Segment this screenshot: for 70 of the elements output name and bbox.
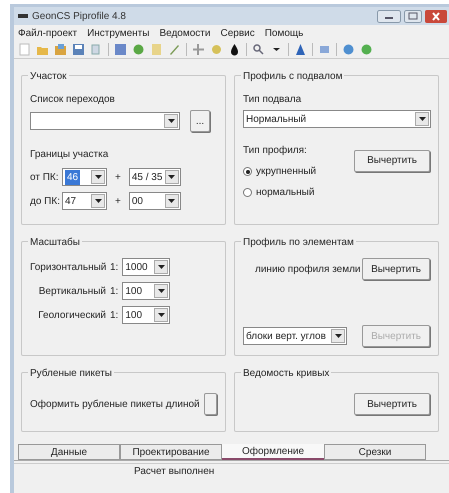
scale-ratio: 1: xyxy=(110,284,118,298)
tab[interactable]: Оформление xyxy=(222,444,324,460)
field-label: от ПК: xyxy=(30,170,58,184)
tab[interactable]: Срезки xyxy=(324,444,426,460)
radio-label: укрупненный xyxy=(256,165,316,179)
picket-dropdown[interactable]: 47 xyxy=(62,192,107,210)
field-label: линию профиля земли xyxy=(255,262,361,276)
window-title: GeonCS Piprofile 4.8 xyxy=(32,10,126,24)
radio-button[interactable] xyxy=(243,188,252,197)
field-label: Список переходов xyxy=(30,93,116,107)
field-label: до ПК: xyxy=(30,194,58,208)
search-icon[interactable] xyxy=(252,43,265,56)
app-icon xyxy=(18,14,28,18)
basement-type-dropdown[interactable]: Нормальный xyxy=(243,110,431,128)
draw-button[interactable]: Вычертить xyxy=(362,258,430,280)
dropdown-arrow-icon[interactable] xyxy=(334,334,342,338)
radio-button[interactable] xyxy=(243,167,252,176)
scale-ratio: 1: xyxy=(110,260,118,274)
cross-icon[interactable] xyxy=(192,43,205,56)
dropdown-arrow-icon[interactable] xyxy=(168,119,174,123)
scale-dropdown[interactable]: 1000 xyxy=(122,258,170,276)
field-label: Тип подвала xyxy=(243,93,302,107)
offset-dropdown[interactable]: 00 xyxy=(128,192,181,210)
scale-dropdown[interactable]: 100 xyxy=(122,306,170,324)
browse-button[interactable]: ... xyxy=(190,110,210,132)
drop-icon[interactable] xyxy=(228,43,241,56)
scale-label: Вертикальный xyxy=(38,284,106,298)
menu-item[interactable]: Помощь xyxy=(264,26,304,40)
minimize-icon[interactable] xyxy=(377,10,401,22)
folder-icon[interactable] xyxy=(54,43,67,56)
scale-ratio: 1: xyxy=(110,308,118,322)
dropdown-arrow-icon[interactable] xyxy=(94,175,102,179)
radio-label: нормальный xyxy=(256,186,314,200)
group-title: Профиль по элементам xyxy=(241,235,356,250)
dropdown-arrow-icon[interactable] xyxy=(94,199,102,203)
scale-label: Геологический xyxy=(37,308,106,322)
dropdown-arrow-icon[interactable] xyxy=(418,117,426,121)
plus-sign: + xyxy=(114,170,122,184)
dropdown-arrow-icon[interactable] xyxy=(158,313,165,317)
menu-item[interactable]: Сервис xyxy=(220,26,255,40)
group-title: Ведомость кривых xyxy=(241,366,332,381)
status-text: Расчет выполнен xyxy=(134,465,214,479)
close-icon[interactable] xyxy=(425,10,447,22)
maximize-icon[interactable] xyxy=(404,10,422,22)
element-type-dropdown[interactable]: блоки верт. углов xyxy=(243,327,347,345)
group-title: Рубленые пикеты xyxy=(28,366,114,381)
field-label: Оформить рубленые пикеты длиной xyxy=(30,398,200,412)
menu-item[interactable]: Ведомости xyxy=(159,26,210,40)
group-title: Профиль с подвалом xyxy=(241,69,344,84)
tab[interactable]: Данные xyxy=(18,444,120,460)
dropdown-arrow-icon[interactable] xyxy=(168,175,176,179)
dropdown-arrow-icon[interactable] xyxy=(158,289,165,293)
draw-button[interactable]: Вычертить xyxy=(354,393,430,415)
dropdown-arrow-icon[interactable] xyxy=(158,265,165,269)
picket-dropdown[interactable]: 46 xyxy=(62,168,107,186)
save-icon[interactable] xyxy=(72,43,85,56)
pencil-icon[interactable] xyxy=(168,43,181,56)
dropdown-arrow-icon[interactable] xyxy=(168,199,176,203)
menu-item[interactable]: Инструменты xyxy=(87,26,150,40)
tab[interactable]: Проектирование xyxy=(120,444,222,460)
plus-sign: + xyxy=(114,194,122,208)
scale-label: Горизонтальный xyxy=(30,260,106,274)
scale-dropdown[interactable]: 100 xyxy=(122,282,170,300)
offset-dropdown[interactable]: 45 / 35 xyxy=(128,168,181,186)
circle-icon[interactable] xyxy=(132,43,145,56)
draw-button[interactable]: Вычертить xyxy=(354,150,430,172)
menu-item[interactable]: Файл-проект xyxy=(18,26,78,40)
field-label: Тип профиля: xyxy=(243,144,308,158)
chopped-button[interactable] xyxy=(204,393,217,415)
field-label: Границы участка xyxy=(30,148,110,162)
